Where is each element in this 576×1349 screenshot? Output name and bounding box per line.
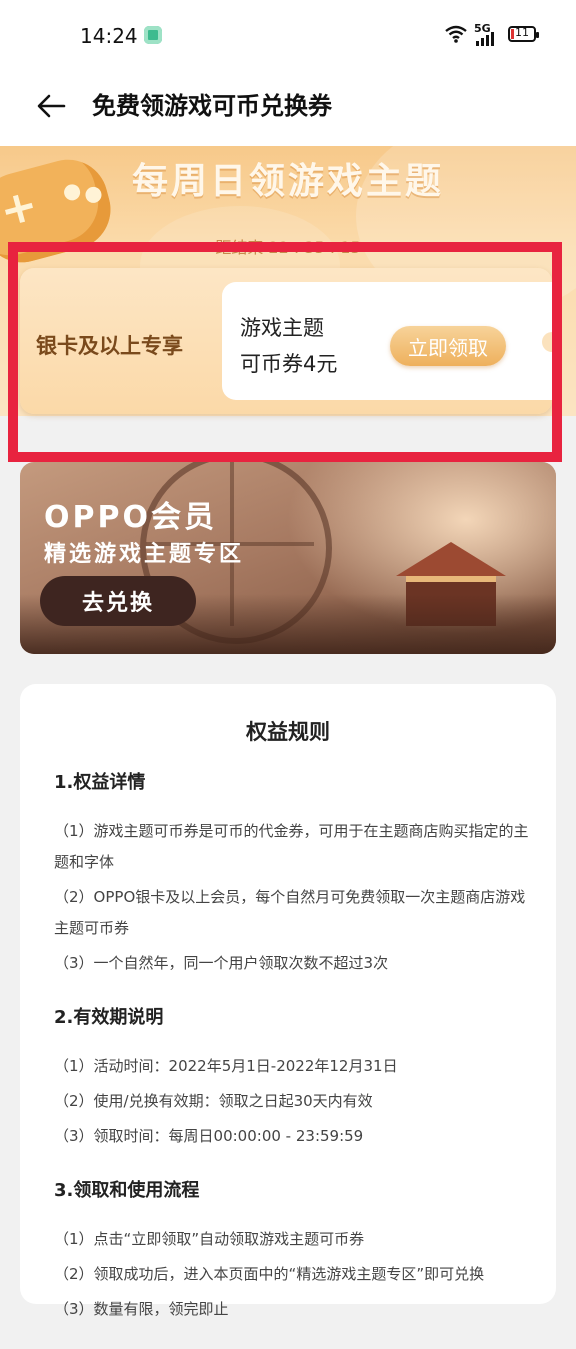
rule-item: （2）使用/兑换有效期：领取之日起30天内有效 <box>54 1092 373 1110</box>
rules-title: 权益规则 <box>246 720 330 744</box>
banner-title: 每周日领游戏主题 <box>131 161 444 202</box>
rule-item: （2）OPPO银卡及以上会员，每个自然月可免费领取一次主题商店游戏主题可币券 <box>54 888 526 937</box>
rule-item: （1）活动时间：2022年5月1日-2022年12月31日 <box>54 1057 398 1075</box>
arrow-left-icon[interactable] <box>34 88 70 124</box>
battery-level: 11 <box>515 26 529 39</box>
highlight-frame <box>8 242 562 462</box>
section-heading: 3.领取和使用流程 <box>54 1180 200 1201</box>
rule-item: （3）一个自然年，同一个用户领取次数不超过3次 <box>54 954 389 972</box>
rule-item: （1）点击“立即领取”自动领取游戏主题可币券 <box>54 1230 365 1248</box>
rule-item: （3）领取时间：每周日00:00:00 - 23:59:59 <box>54 1127 364 1145</box>
rule-item: （3）数量有限，领完即止 <box>54 1300 229 1318</box>
promo-subtitle: 精选游戏主题专区 <box>44 542 245 567</box>
section-heading: 1.权益详情 <box>54 772 146 793</box>
page-header: 免费领游戏可币兑换券 <box>0 70 576 146</box>
wifi-icon <box>445 25 467 43</box>
section-heading: 2.有效期说明 <box>54 1007 164 1028</box>
rules-body: 1.权益详情 （1）游戏主题可币券是可币的代金券，可用于在主题商店购买指定的主题… <box>54 768 538 1349</box>
rule-item: （2）领取成功后，进入本页面中的“精选游戏主题专区”即可兑换 <box>54 1265 485 1283</box>
page-title: 免费领游戏可币兑换券 <box>92 92 332 120</box>
rule-item: （1）游戏主题可币券是可币的代金券，可用于在主题商店购买指定的主题和字体 <box>54 822 529 871</box>
rules-card: 权益规则 1.权益详情 （1）游戏主题可币券是可币的代金券，可用于在主题商店购买… <box>20 684 556 1318</box>
rules-section: 1.权益详情 （1）游戏主题可币券是可币的代金券，可用于在主题商店购买指定的主题… <box>54 768 538 979</box>
battery-icon: 11 <box>508 26 539 42</box>
status-time: 14:24 <box>80 24 138 48</box>
status-bar: 14:24 5G 11 <box>0 0 576 70</box>
exchange-button[interactable]: 去兑换 <box>40 576 196 626</box>
promo-banner[interactable]: OPPO会员 精选游戏主题专区 去兑换 <box>20 462 556 654</box>
rules-section: 2.有效期说明 （1）活动时间：2022年5月1日-2022年12月31日 （2… <box>54 1003 538 1152</box>
promo-title: OPPO会员 <box>44 500 217 535</box>
rules-section: 3.领取和使用流程 （1）点击“立即领取”自动领取游戏主题可币券 （2）领取成功… <box>54 1176 538 1325</box>
app-notification-icon <box>144 26 162 44</box>
signal-icon <box>476 32 498 46</box>
